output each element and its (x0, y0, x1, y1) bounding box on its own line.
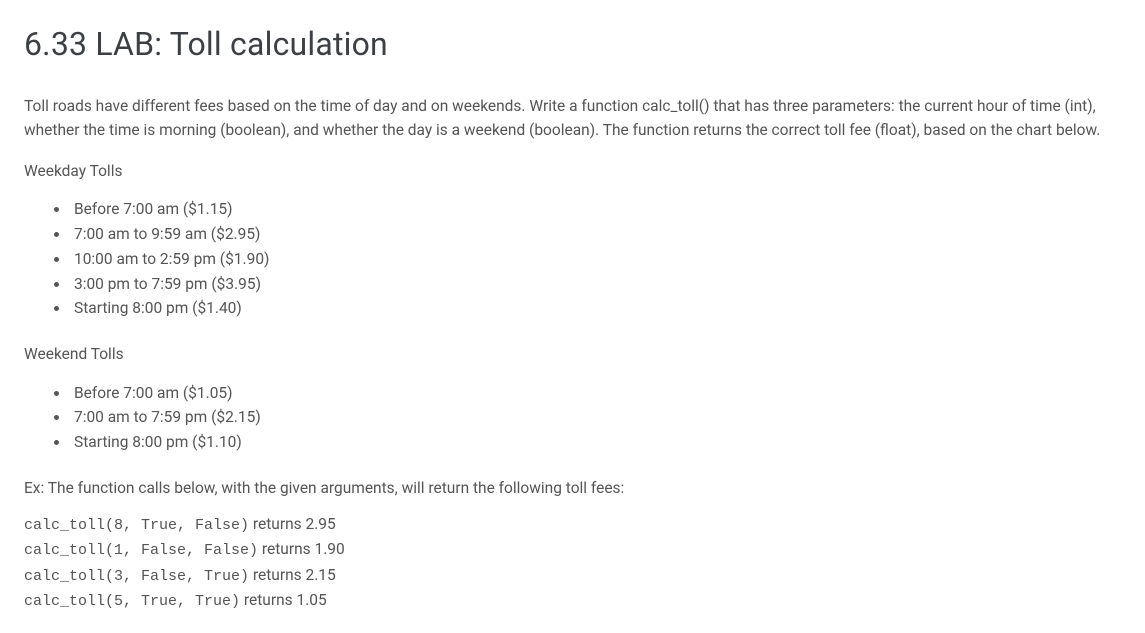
weekday-tolls-list: Before 7:00 am ($1.15) 7:00 am to 9:59 a… (70, 197, 1121, 321)
weekend-tolls-label: Weekend Tolls (24, 343, 1121, 366)
example-line: calc_toll(3, False, True) returns 2.15 (24, 563, 1121, 588)
weekday-tolls-label: Weekday Tolls (24, 160, 1121, 183)
return-text: returns 1.90 (258, 540, 345, 558)
code-call: calc_toll(8, True, False) (24, 517, 249, 534)
list-item: Starting 8:00 pm ($1.40) (70, 296, 1121, 321)
return-text: returns 1.05 (240, 591, 327, 609)
list-item: 7:00 am to 7:59 pm ($2.15) (70, 405, 1121, 430)
return-text: returns 2.15 (249, 566, 336, 584)
code-call: calc_toll(3, False, True) (24, 568, 249, 585)
example-block: calc_toll(8, True, False) returns 2.95 c… (24, 512, 1121, 613)
code-call: calc_toll(1, False, False) (24, 542, 258, 559)
list-item: 3:00 pm to 7:59 pm ($3.95) (70, 272, 1121, 297)
page-title: 6.33 LAB: Toll calculation (24, 20, 1121, 68)
list-item: Starting 8:00 pm ($1.10) (70, 430, 1121, 455)
weekend-tolls-list: Before 7:00 am ($1.05) 7:00 am to 7:59 p… (70, 381, 1121, 455)
list-item: Before 7:00 am ($1.05) (70, 381, 1121, 406)
problem-description: Toll roads have different fees based on … (24, 94, 1121, 142)
list-item: 10:00 am to 2:59 pm ($1.90) (70, 247, 1121, 272)
list-item: 7:00 am to 9:59 am ($2.95) (70, 222, 1121, 247)
return-text: returns 2.95 (249, 515, 336, 533)
list-item: Before 7:00 am ($1.15) (70, 197, 1121, 222)
example-line: calc_toll(5, True, True) returns 1.05 (24, 588, 1121, 613)
code-call: calc_toll(5, True, True) (24, 593, 240, 610)
example-line: calc_toll(1, False, False) returns 1.90 (24, 537, 1121, 562)
example-intro: Ex: The function calls below, with the g… (24, 477, 1121, 500)
example-line: calc_toll(8, True, False) returns 2.95 (24, 512, 1121, 537)
